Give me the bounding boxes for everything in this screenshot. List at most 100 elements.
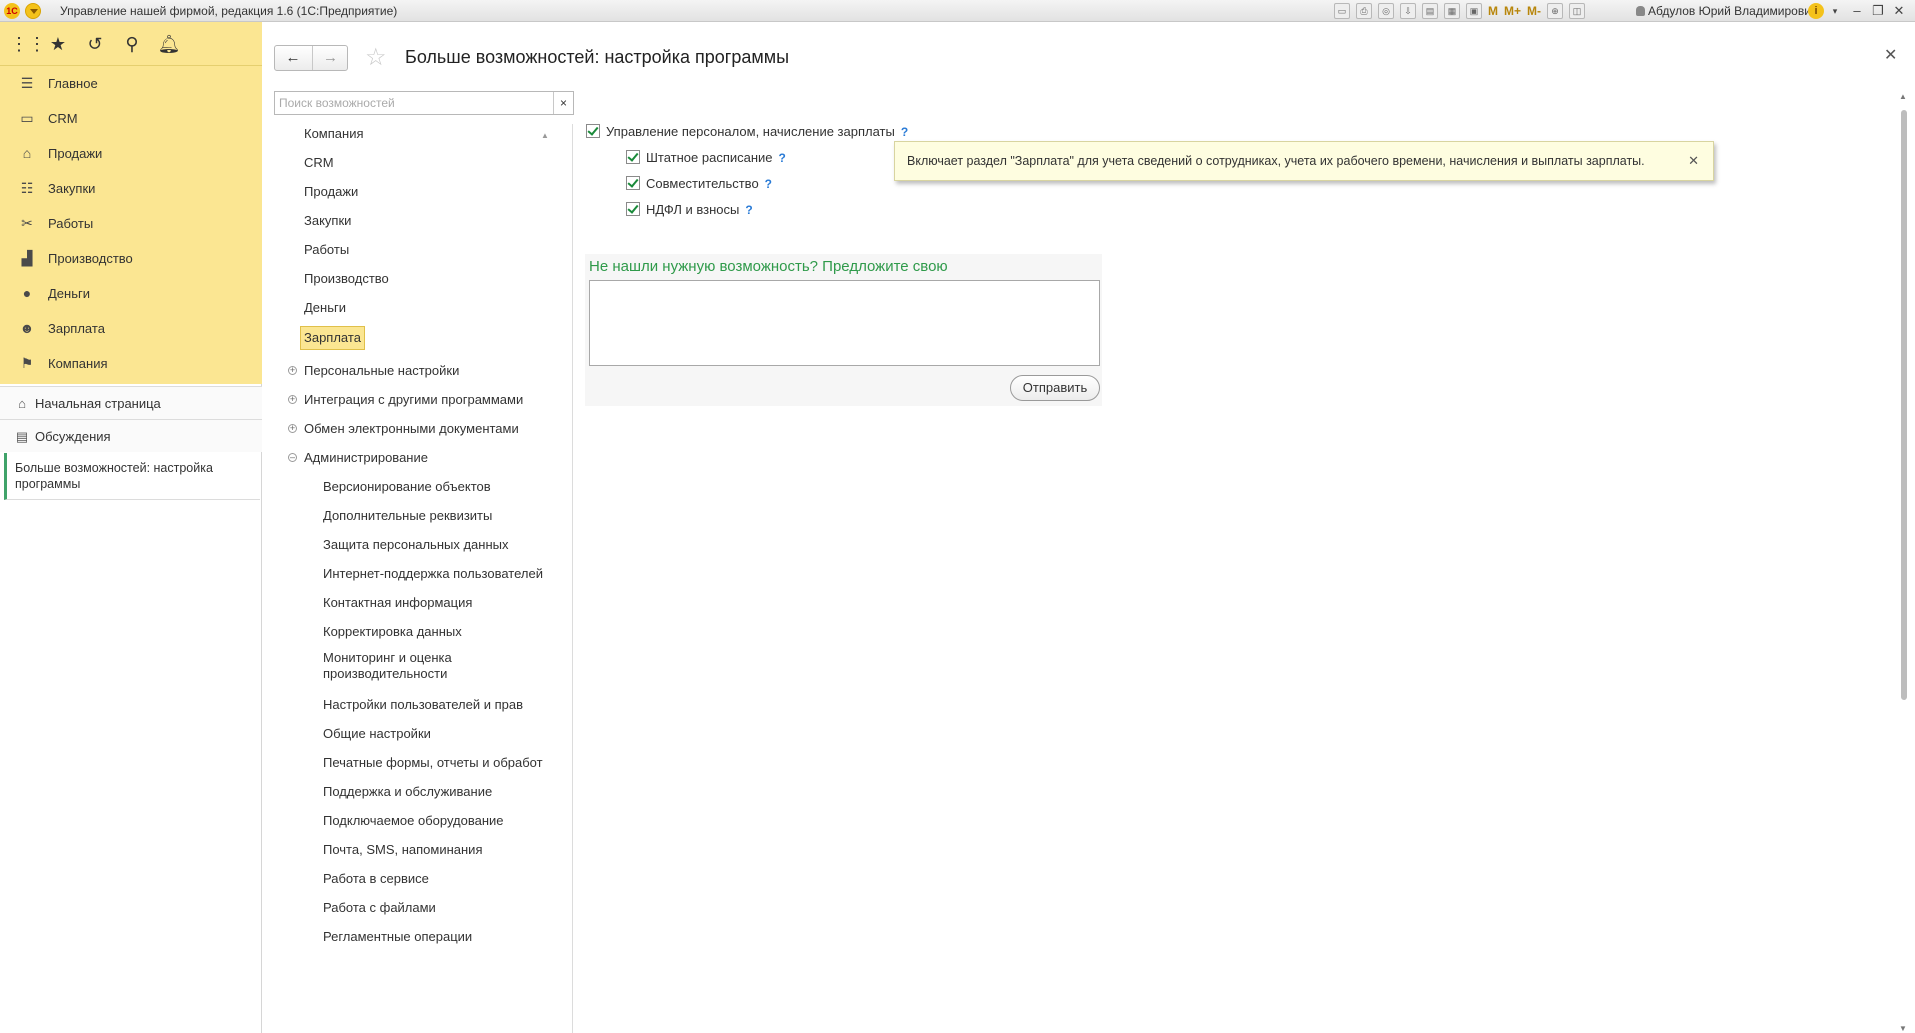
close-tooltip-icon[interactable]: ✕	[1688, 142, 1699, 180]
checkbox-checked[interactable]	[626, 176, 640, 190]
section-salary[interactable]: ☻ Зарплата	[0, 311, 262, 346]
tree-subitem[interactable]: Мониторинг и оценка	[323, 650, 452, 666]
send-button[interactable]: Отправить	[1010, 375, 1100, 401]
tree-subitem[interactable]: Печатные формы, отчеты и обработ	[323, 753, 569, 773]
memory-button[interactable]: M	[1488, 3, 1498, 19]
zoom-icon[interactable]: ⊕	[1547, 3, 1564, 19]
factory-icon: ▟	[21, 250, 33, 266]
section-main[interactable]: ☰ Главное	[0, 66, 262, 101]
download-icon[interactable]: ⇩	[1400, 3, 1416, 19]
scroll-up-icon[interactable]: ▲	[1899, 92, 1907, 101]
section-production[interactable]: ▟ Производство	[0, 241, 262, 276]
restore-button[interactable]: ❐	[1869, 2, 1887, 20]
tree-subitem[interactable]: Дополнительные реквизиты	[323, 506, 492, 526]
tree-item[interactable]: Деньги	[304, 298, 346, 318]
tree-item-selected[interactable]: Зарплата	[300, 326, 365, 350]
attach-icon[interactable]: ▤	[1422, 3, 1438, 19]
tree-group[interactable]: + Обмен электронными документами	[288, 419, 519, 439]
tree-subitem[interactable]: Поддержка и обслуживание	[323, 782, 492, 802]
close-form-icon[interactable]: ✕	[1884, 45, 1897, 65]
help-icon[interactable]: ?	[779, 151, 786, 165]
option-staff-schedule[interactable]: Штатное расписание?	[626, 149, 786, 167]
tree-subitem[interactable]: Настройки пользователей и прав	[323, 695, 523, 715]
help-icon[interactable]: ?	[765, 177, 772, 191]
tree-subitem[interactable]: Защита персональных данных	[323, 535, 509, 555]
checkbox-checked[interactable]	[626, 202, 640, 216]
tree-subitem[interactable]: Работа в сервисе	[323, 869, 429, 889]
scroll-thumb[interactable]	[1901, 110, 1907, 700]
search-icon[interactable]: ⚲	[120, 32, 144, 56]
checkbox-checked[interactable]	[626, 150, 640, 164]
tree-subitem[interactable]: Почта, SMS, напоминания	[323, 840, 483, 860]
tree-item[interactable]: Компания	[304, 124, 364, 144]
link-label: Обсуждения	[35, 429, 111, 444]
section-money[interactable]: ● Деньги	[0, 276, 262, 311]
flag-icon: ⚑	[20, 355, 34, 371]
memory-plus-button[interactable]: M+	[1504, 3, 1521, 19]
title-toolbar: ▭ ⎙ ◎ ⇩ ▤ ▦ ▣ M M+ M- ⊕ ◫	[1334, 3, 1586, 19]
help-icon[interactable]: ?	[745, 203, 752, 217]
section-crm[interactable]: ▭ CRM	[0, 101, 262, 136]
tree-subitem-cont[interactable]: производительности	[323, 666, 447, 682]
section-label: Главное	[48, 76, 98, 91]
tree-item[interactable]: CRM	[304, 153, 334, 173]
back-arrow-icon[interactable]: ←	[275, 46, 311, 70]
help-icon[interactable]: ?	[901, 125, 908, 139]
panel-divider[interactable]	[572, 124, 573, 1033]
main-menu-button[interactable]	[25, 3, 41, 19]
section-purchases[interactable]: ☷ Закупки	[0, 171, 262, 206]
tree-item[interactable]: Закупки	[304, 211, 351, 231]
tree-subitem[interactable]: Работа с файлами	[323, 898, 436, 918]
tree-subitem[interactable]: Корректировка данных	[323, 622, 462, 642]
favorite-star-icon[interactable]: ☆	[365, 43, 387, 72]
scroll-down-icon[interactable]: ▼	[1899, 1024, 1907, 1033]
table-icon[interactable]: ▦	[1444, 3, 1460, 19]
memory-minus-button[interactable]: M-	[1527, 3, 1541, 19]
section-company[interactable]: ⚑ Компания	[0, 346, 262, 381]
tree-group-expanded[interactable]: – Администрирование	[288, 448, 428, 468]
scrollbar[interactable]: ▲ ▼	[1898, 92, 1910, 1033]
option-part-time[interactable]: Совместительство?	[626, 175, 772, 193]
tree-item[interactable]: Производство	[304, 269, 389, 289]
expand-icon[interactable]: +	[288, 395, 297, 404]
tree-group[interactable]: + Интеграция с другими программами	[288, 390, 523, 410]
tree-item[interactable]: Продажи	[304, 182, 358, 202]
collapse-icon[interactable]: –	[288, 453, 297, 462]
bell-icon[interactable]: 🔔︎	[157, 32, 181, 56]
tree-subitem[interactable]: Общие настройки	[323, 724, 431, 744]
tree-subitem[interactable]: Подключаемое оборудование	[323, 811, 504, 831]
info-dropdown-icon[interactable]: ▾	[1826, 2, 1844, 20]
search-input[interactable]	[275, 92, 553, 114]
open-form-item[interactable]: Больше возможностей: настройка программы	[4, 453, 260, 500]
current-user[interactable]: Абдулов Юрий Владимирович	[1636, 4, 1817, 18]
close-window-button[interactable]: ✕	[1890, 2, 1908, 20]
panels-icon[interactable]: ◫	[1569, 3, 1586, 19]
minimize-button[interactable]: –	[1848, 2, 1866, 20]
apps-grid-icon[interactable]: ⋮⋮	[10, 32, 46, 56]
history-icon[interactable]: ↺	[83, 32, 107, 56]
tree-subitem[interactable]: Контактная информация	[323, 593, 472, 613]
preview-icon[interactable]: ◎	[1378, 3, 1394, 19]
tree-subitem[interactable]: Версионирование объектов	[323, 477, 491, 497]
discussions-link[interactable]: ▤ Обсуждения	[0, 419, 262, 452]
checkbox-checked[interactable]	[586, 124, 600, 138]
suggestion-textarea[interactable]	[589, 280, 1100, 366]
option-hr-payroll[interactable]: Управление персоналом, начисление зарпла…	[586, 123, 908, 141]
forward-arrow-icon[interactable]: →	[312, 46, 348, 70]
favorites-star-icon[interactable]: ★	[46, 32, 70, 56]
home-page-link[interactable]: ⌂ Начальная страница	[0, 386, 262, 419]
tree-subitem[interactable]: Регламентные операции	[323, 927, 472, 947]
clear-search-icon[interactable]: ×	[553, 92, 573, 114]
save-icon[interactable]: ▭	[1334, 3, 1350, 19]
tree-item[interactable]: Работы	[304, 240, 349, 260]
calendar-icon[interactable]: ▣	[1466, 3, 1482, 19]
print-icon[interactable]: ⎙	[1356, 3, 1372, 19]
section-sales[interactable]: ⌂ Продажи	[0, 136, 262, 171]
tree-group[interactable]: + Персональные настройки	[288, 361, 459, 381]
expand-icon[interactable]: +	[288, 366, 297, 375]
tree-subitem[interactable]: Интернет-поддержка пользователей	[323, 564, 543, 584]
expand-icon[interactable]: +	[288, 424, 297, 433]
info-button[interactable]: i	[1808, 3, 1824, 19]
option-ndfl[interactable]: НДФЛ и взносы?	[626, 201, 753, 219]
section-works[interactable]: ✂ Работы	[0, 206, 262, 241]
